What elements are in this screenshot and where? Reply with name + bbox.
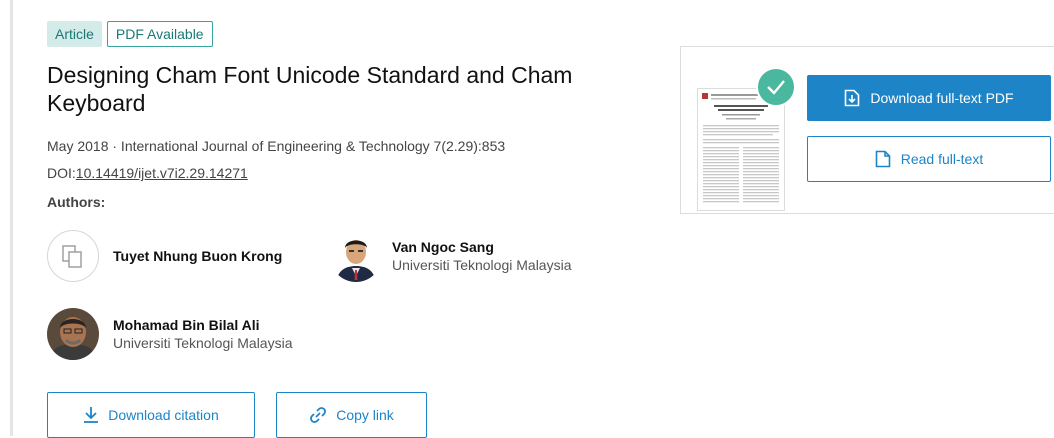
- author-tuyet-nhung-buon-krong[interactable]: Tuyet Nhung Buon Krong: [47, 230, 282, 282]
- author-affiliation: Universiti Teknologi Malaysia: [392, 257, 572, 273]
- publication-meta: May 2018 · International Journal of Engi…: [47, 138, 506, 154]
- doi-link[interactable]: 10.14419/ijet.v7i2.29.14271: [76, 165, 248, 181]
- download-fulltext-pdf-button[interactable]: Download full-text PDF: [807, 75, 1051, 121]
- pdf-download-icon: [845, 89, 860, 107]
- publication-title: Designing Cham Font Unicode Standard and…: [47, 62, 573, 116]
- left-border: [10, 0, 13, 436]
- authors-label: Authors:: [47, 194, 106, 210]
- read-fulltext-label: Read full-text: [900, 151, 984, 167]
- avatar-placeholder-icon: [47, 230, 99, 282]
- author-mohamad-bin-bilal-ali[interactable]: Mohamad Bin Bilal Ali Universiti Teknolo…: [47, 308, 292, 360]
- article-badge: Article: [47, 21, 102, 47]
- download-icon: [84, 407, 99, 423]
- copy-link-button[interactable]: Copy link: [276, 392, 427, 438]
- pdf-available-badge: PDF Available: [106, 21, 213, 47]
- author-name[interactable]: Mohamad Bin Bilal Ali: [113, 316, 292, 334]
- fulltext-card: Download full-text PDF Read full-text: [680, 46, 1054, 214]
- badges: Article PDF Available: [47, 21, 213, 47]
- doi-prefix: DOI:: [47, 165, 76, 181]
- copy-link-label: Copy link: [336, 407, 394, 423]
- download-citation-label: Download citation: [108, 407, 219, 423]
- author-van-ngoc-sang[interactable]: Van Ngoc Sang Universiti Teknologi Malay…: [330, 230, 571, 282]
- author-name[interactable]: Tuyet Nhung Buon Krong: [113, 247, 282, 265]
- download-fulltext-pdf-label: Download full-text PDF: [870, 90, 1014, 106]
- document-icon: [875, 150, 891, 168]
- avatar: [330, 230, 382, 282]
- doi-line: DOI:10.14419/ijet.v7i2.29.14271: [47, 164, 248, 182]
- author-name[interactable]: Van Ngoc Sang: [392, 238, 571, 256]
- author-affiliation: Universiti Teknologi Malaysia: [113, 335, 293, 351]
- download-citation-button[interactable]: Download citation: [47, 392, 255, 438]
- read-fulltext-button[interactable]: Read full-text: [807, 136, 1051, 182]
- check-icon: [756, 67, 796, 107]
- avatar: [47, 308, 99, 360]
- link-icon: [310, 407, 327, 423]
